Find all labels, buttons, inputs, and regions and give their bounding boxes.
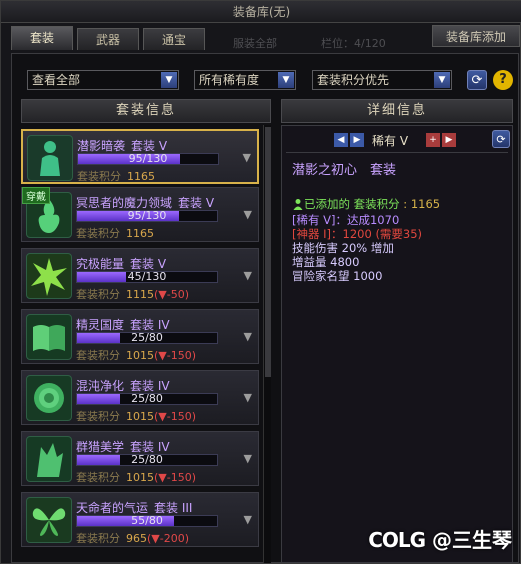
chevron-down-icon: ▼ [161,72,177,88]
worn-badge: 穿戴 [22,187,50,204]
window-title: 装备库(无) [1,1,521,23]
set-score: 套装积分 1115(▼-50) [76,288,190,301]
detail-info-header: 详细信息 [281,99,513,123]
open-book-icon [26,314,72,360]
set-progress-bar: 25/80 [76,453,218,466]
view-filter-dropdown[interactable]: 查看全部 ▼ [27,70,179,90]
scrollbar-thumb[interactable] [265,127,271,377]
expand-chevron-icon[interactable]: ▼ [244,452,252,465]
rarity-selector: ◀ ▶ 稀有 V + ▶ ⟳ [282,130,514,150]
tab-sets[interactable]: 套装 [11,26,73,50]
divider [286,152,508,153]
expand-chevron-icon[interactable]: ▼ [244,208,252,221]
set-score: 套装积分 965(▼-200) [76,532,190,545]
set-progress-bar: 25/80 [76,331,218,344]
expand-chevron-icon[interactable]: ▼ [244,330,252,343]
set-list-scrollbar[interactable] [263,125,271,563]
tab-tongbao[interactable]: 通宝 [143,28,205,50]
chevron-down-icon: ▼ [434,72,450,88]
prev-rarity-icon[interactable]: ▶ [350,133,364,147]
vault-add-button[interactable]: 装备库添加 [432,25,520,47]
stat-line: 冒险家名望 1000 [292,269,383,283]
expand-chevron-icon[interactable]: ▼ [244,269,252,282]
set-list-item[interactable]: 天命者的气运 套装 III 55/80 套装积分 965(▼-200) ▼ [21,492,259,547]
added-score-line: 已添加的 套装积分 : 1165 [292,196,440,212]
help-icon[interactable]: ? [493,70,513,90]
next-rarity-icon[interactable]: + [426,133,440,147]
expand-chevron-icon[interactable]: ▼ [243,151,251,164]
set-progress-bar: 95/130 [77,152,219,165]
set-score: 套装积分 1015(▼-150) [76,471,197,484]
set-list-item[interactable]: 究极能量 套装 V 45/130 套装积分 1115(▼-50) ▼ [21,248,259,303]
green-rose-icon [26,375,72,421]
set-score: 套装积分 1165 [77,170,155,183]
set-list-item[interactable]: 混沌净化 套装 IV 25/80 套装积分 1015(▼-150) ▼ [21,370,259,425]
sort-dropdown[interactable]: 套装积分优先 ▼ [312,70,452,90]
set-list-item[interactable]: 精灵国度 套装 IV 25/80 套装积分 1015(▼-150) ▼ [21,309,259,364]
chevron-down-icon: ▼ [278,72,294,88]
shadow-figure-icon [27,135,73,181]
set-list-item[interactable]: 穿戴 冥思者的魔力领域 套装 V 95/130 套装积分 1165 ▼ [21,187,259,242]
set-score: 套装积分 1165 [76,227,154,240]
last-page-icon[interactable]: ▶ [442,133,456,147]
detail-set-title: 潜影之初心 套装 [292,163,397,178]
set-score: 套装积分 1015(▼-150) [76,349,197,362]
first-page-icon[interactable]: ◀ [334,133,348,147]
set-progress-bar: 95/130 [76,209,218,222]
wolf-head-icon [26,436,72,482]
rarity-label: 稀有 V [372,134,409,148]
detail-panel: ◀ ▶ 稀有 V + ▶ ⟳ 潜影之初心 套装 已添加的 套装积分 : 1165… [281,125,513,563]
rarity-filter-value: 所有稀有度 [199,73,260,87]
set-progress-bar: 55/80 [76,514,218,527]
set-info-header: 套装信息 [21,99,271,123]
sort-value: 套装积分优先 [317,73,390,87]
set-progress-bar: 25/80 [76,392,218,405]
watermark: COLG @三生琴 [368,528,512,552]
set-score: 套装积分 1015(▼-150) [76,410,197,423]
refresh-icon[interactable]: ⟳ [467,70,487,90]
equipment-vault-window: 装备库(无) 装备库添加 套装 武器 通宝 服装全部 栏位：4/120 查看全部… [0,0,521,564]
set-progress-bar: 45/130 [76,270,218,283]
person-icon [292,198,304,210]
rarity-filter-dropdown[interactable]: 所有稀有度 ▼ [194,70,296,90]
set-list-item[interactable]: 群猎美学 套装 IV 25/80 套装积分 1015(▼-150) ▼ [21,431,259,486]
background-label-right: 栏位：4/120 [321,37,386,50]
tab-weapons[interactable]: 武器 [77,28,139,50]
energy-burst-icon [26,253,72,299]
detail-refresh-icon[interactable]: ⟳ [492,130,510,148]
expand-chevron-icon[interactable]: ▼ [244,391,252,404]
background-label-left: 服装全部 [233,37,277,50]
set-list-item[interactable]: 潜影暗袭 套装 V 95/130 套装积分 1165 ▼ [21,129,259,184]
butterfly-icon [26,497,72,543]
view-filter-value: 查看全部 [32,73,81,87]
expand-chevron-icon[interactable]: ▼ [244,513,252,526]
